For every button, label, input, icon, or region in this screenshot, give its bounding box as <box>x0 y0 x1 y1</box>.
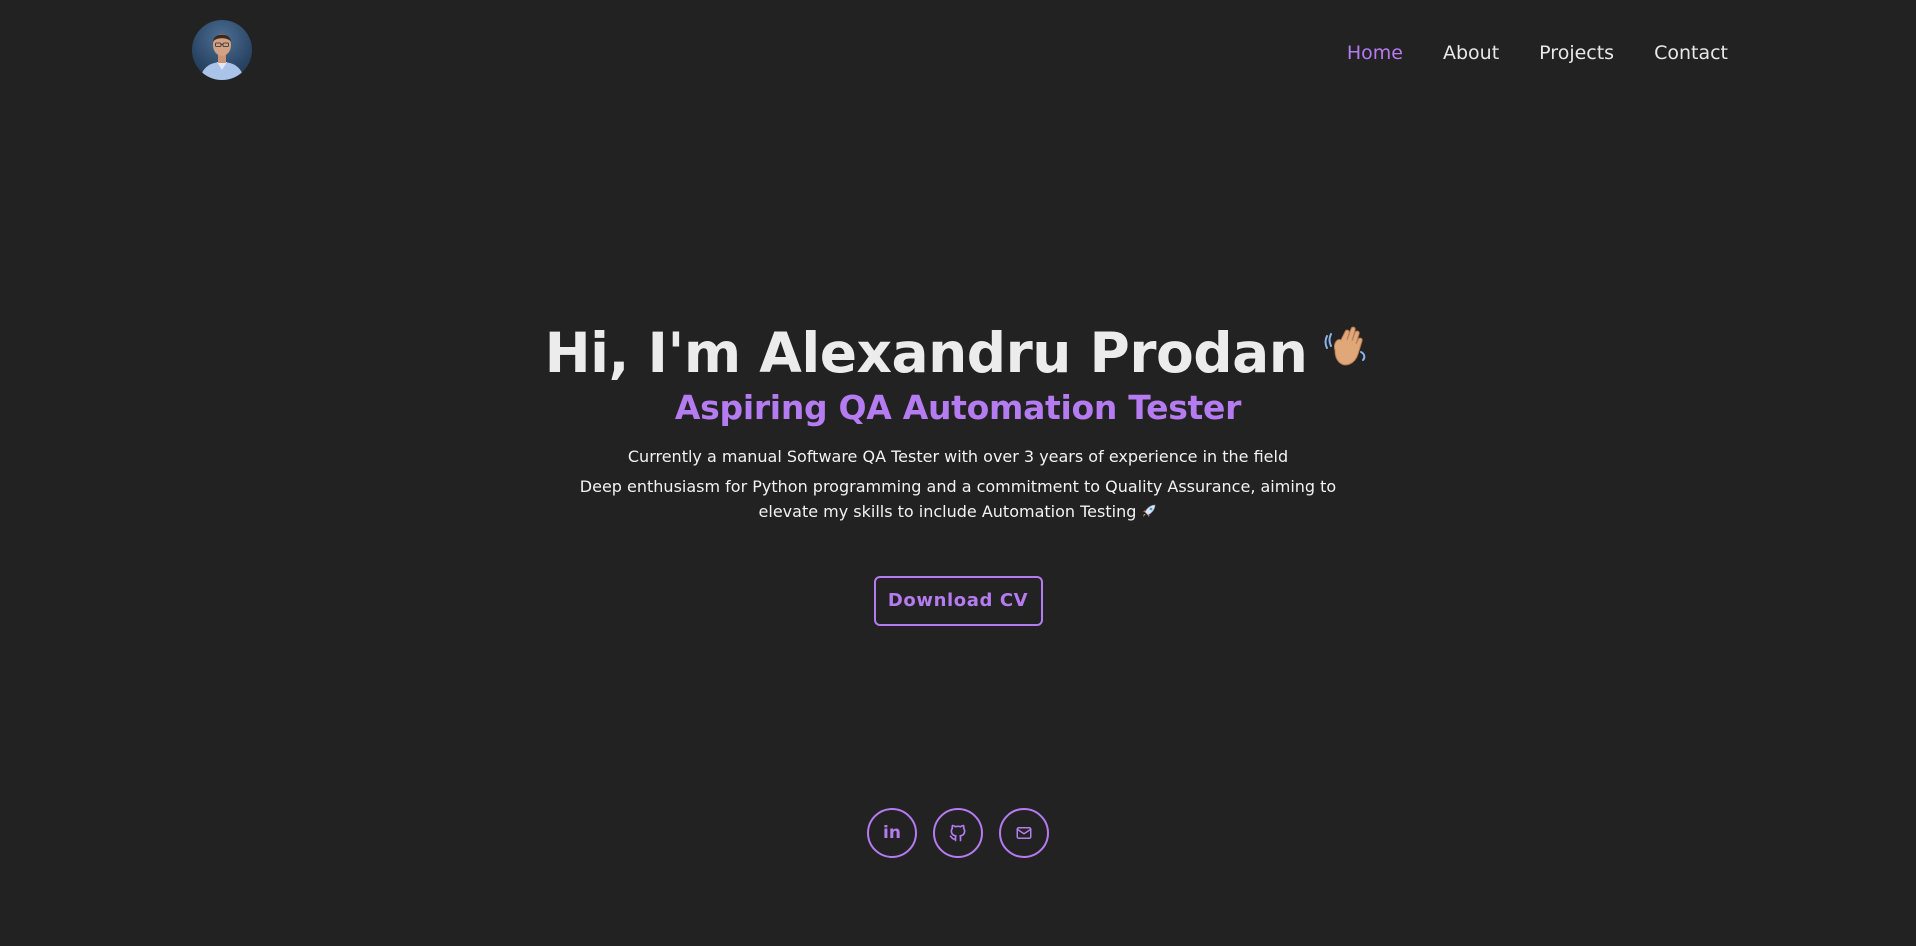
rocket-icon <box>1141 499 1157 524</box>
social-links: in <box>0 808 1916 858</box>
description-line-2-text: Deep enthusiasm for Python programming a… <box>579 477 1337 521</box>
hero-title: Hi, I'm Alexandru Prodan <box>545 318 1372 388</box>
waving-hand-icon <box>1321 318 1371 388</box>
page: Home About Projects Contact Hi, I'm Alex… <box>0 0 1916 946</box>
email-link[interactable] <box>999 808 1049 858</box>
nav-about[interactable]: About <box>1443 42 1499 64</box>
linkedin-icon: in <box>883 822 901 843</box>
linkedin-link[interactable]: in <box>867 808 917 858</box>
github-link[interactable] <box>933 808 983 858</box>
hero-subtitle: Aspiring QA Automation Tester <box>674 388 1242 427</box>
mail-icon <box>1016 827 1032 839</box>
nav-projects[interactable]: Projects <box>1539 42 1614 64</box>
description-line-2: Deep enthusiasm for Python programming a… <box>568 474 1348 524</box>
hero-title-text: Hi, I'm Alexandru Prodan <box>544 321 1308 385</box>
avatar-photo <box>200 34 244 80</box>
nav-home[interactable]: Home <box>1347 42 1403 64</box>
hero-description: Currently a manual Software QA Tester wi… <box>0 444 1916 524</box>
avatar[interactable] <box>192 20 252 80</box>
main-nav: Home About Projects Contact <box>1347 42 1728 64</box>
github-icon <box>949 824 966 842</box>
hero-section: Hi, I'm Alexandru Prodan Aspiring QA Aut… <box>0 318 1916 626</box>
description-line-1: Currently a manual Software QA Tester wi… <box>627 447 1289 466</box>
cta-wrapper: Download CV <box>0 576 1916 626</box>
nav-contact[interactable]: Contact <box>1654 42 1728 64</box>
download-cv-button[interactable]: Download CV <box>873 576 1043 626</box>
